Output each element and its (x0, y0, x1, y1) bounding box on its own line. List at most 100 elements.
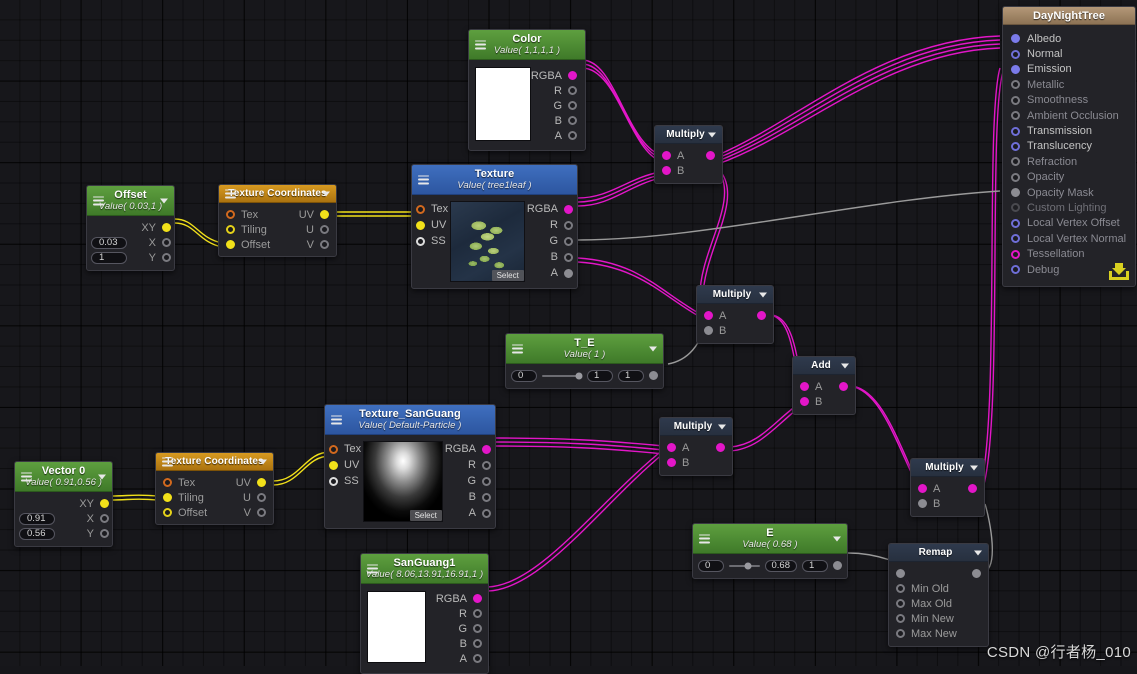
node-sanguang1-out-a[interactable]: A (426, 651, 483, 666)
port-dot[interactable] (662, 166, 671, 175)
chevron-down-icon[interactable] (259, 459, 267, 464)
node-e[interactable]: E Value( 0.68 ) 0 0.68 1 (692, 523, 848, 579)
port-dot[interactable] (482, 460, 491, 470)
node-texture-sanguang[interactable]: Texture_SanGuang Value( Default-Particle… (324, 404, 496, 529)
t-e-max-field[interactable]: 1 (618, 369, 644, 382)
sanguang-texture-preview[interactable]: Select (363, 441, 443, 522)
node-offset[interactable]: Offset Value( 0.03,1 ) XY 0.03 X 1 Y (86, 185, 175, 271)
node-offset-header[interactable]: Offset Value( 0.03,1 ) (87, 186, 174, 216)
node-menu-icon[interactable] (367, 564, 378, 573)
master-node-daynighttree[interactable]: DayNightTree Albedo Normal Emission Meta… (1002, 6, 1136, 288)
port-dot[interactable] (416, 204, 425, 214)
port-dot[interactable] (568, 86, 577, 95)
node-texsanguang-out-g[interactable]: G (445, 473, 492, 489)
port-dot[interactable] (1011, 111, 1020, 121)
node-multiply-1-row-a[interactable]: A (655, 148, 722, 163)
node-remap-row-min-new[interactable]: Min New (889, 611, 988, 626)
download-icon[interactable] (1107, 261, 1131, 283)
node-e-header[interactable]: E Value( 0.68 ) (693, 524, 847, 554)
master-port-emission[interactable]: Emission (1003, 62, 1135, 77)
port-dot[interactable] (1011, 80, 1020, 90)
node-offset-row-x[interactable]: 0.03 X (87, 235, 174, 250)
t-e-min-field[interactable]: 0 (511, 369, 537, 382)
port-dot[interactable] (564, 268, 573, 278)
node-texcoord-top-header[interactable]: Texture Coordinates (219, 185, 336, 203)
node-e-output-port[interactable] (833, 561, 842, 570)
offset-y-field[interactable]: 1 (91, 251, 127, 264)
e-slider-knob[interactable] (744, 562, 752, 569)
port-dot[interactable] (226, 210, 235, 219)
node-texcoord-bottom-header[interactable]: Texture Coordinates (156, 453, 273, 471)
port-dot[interactable] (162, 253, 171, 262)
port-dot[interactable] (320, 240, 329, 249)
port-dot[interactable] (482, 508, 491, 518)
node-texture-coordinates-top[interactable]: Texture Coordinates Tex UV Tiling U Offs… (218, 184, 337, 257)
port-dot[interactable] (800, 397, 809, 406)
node-texsanguang-out-a[interactable]: A (445, 505, 492, 521)
node-texture-in-tex[interactable]: Tex (416, 201, 448, 217)
port-dot[interactable] (896, 599, 905, 608)
node-texture-out-r[interactable]: R (527, 217, 574, 233)
master-port-transmission[interactable]: Transmission (1003, 123, 1135, 138)
port-dot[interactable] (482, 492, 491, 502)
port-dot[interactable] (568, 71, 577, 80)
port-dot[interactable] (257, 508, 266, 517)
port-dot[interactable] (918, 499, 927, 508)
port-dot[interactable] (473, 639, 482, 648)
chevron-down-icon[interactable] (160, 198, 168, 203)
node-remap-row-max-old[interactable]: Max Old (889, 596, 988, 611)
port-dot[interactable] (568, 101, 577, 110)
node-vector0-out-xy[interactable]: XY (15, 496, 112, 511)
node-texsanguang-in-ss[interactable]: SS (329, 473, 361, 489)
node-vector0-row-x[interactable]: 0.91 X (15, 511, 112, 526)
chevron-down-icon[interactable] (833, 536, 841, 541)
port-dot[interactable] (800, 382, 809, 391)
e-min-field[interactable]: 0 (698, 559, 724, 572)
node-texsanguang-out-r[interactable]: R (445, 457, 492, 473)
node-texture-header[interactable]: Texture Value( tree1leaf ) (412, 165, 577, 195)
node-sanguang1-out-r[interactable]: R (426, 606, 483, 621)
master-port-opacity-mask[interactable]: Opacity Mask (1003, 185, 1135, 200)
port-dot[interactable] (329, 444, 338, 454)
node-texture-out-g[interactable]: G (527, 233, 574, 249)
node-color-out-b[interactable]: B (531, 113, 579, 128)
node-multiply-1-header[interactable]: Multiply (655, 126, 722, 144)
node-menu-icon[interactable] (225, 189, 236, 198)
port-dot[interactable] (226, 225, 235, 234)
port-dot[interactable] (1011, 218, 1020, 228)
port-dot[interactable] (473, 594, 482, 603)
port-dot[interactable] (100, 514, 109, 523)
node-color[interactable]: Color Value( 1,1,1,1 ) RGBA R G B A (468, 29, 586, 151)
port-dot[interactable] (896, 629, 905, 638)
node-texture-in-uv[interactable]: UV (416, 217, 448, 233)
node-e-slider-row[interactable]: 0 0.68 1 (693, 558, 847, 573)
port-dot[interactable] (1011, 34, 1020, 44)
port-dot[interactable] (329, 460, 338, 470)
port-dot[interactable] (1011, 265, 1020, 275)
node-menu-icon[interactable] (418, 175, 429, 184)
node-menu-icon[interactable] (93, 196, 104, 205)
node-multiply-3-row-b[interactable]: B (660, 455, 732, 470)
node-texsanguang-in-uv[interactable]: UV (329, 457, 361, 473)
texture-preview[interactable]: Select (450, 201, 525, 282)
sanguang1-color-swatch[interactable] (367, 591, 426, 663)
node-add-output-port[interactable] (839, 382, 848, 391)
port-dot[interactable] (918, 484, 927, 493)
port-dot[interactable] (1011, 172, 1020, 182)
node-texcoord-top-row-tiling[interactable]: Tiling U (219, 222, 336, 237)
port-dot[interactable] (320, 210, 329, 219)
node-texcoord-bottom-row-offset[interactable]: Offset V (156, 505, 273, 520)
node-sanguang1-out-b[interactable]: B (426, 636, 483, 651)
node-multiply-4-output-port[interactable] (968, 484, 977, 493)
port-dot[interactable] (163, 478, 172, 487)
node-multiply-2-row-a[interactable]: A (697, 308, 773, 323)
node-remap-row-max-new[interactable]: Max New (889, 626, 988, 641)
port-dot[interactable] (896, 584, 905, 593)
port-dot[interactable] (1011, 95, 1020, 105)
node-add-header[interactable]: Add (793, 357, 855, 375)
chevron-down-icon[interactable] (708, 132, 716, 137)
node-color-out-a[interactable]: A (531, 128, 579, 143)
node-vector0[interactable]: Vector 0 Value( 0.91,0.56 ) XY 0.91 X 0.… (14, 461, 113, 547)
port-dot[interactable] (482, 476, 491, 486)
node-add[interactable]: Add A B (792, 356, 856, 415)
